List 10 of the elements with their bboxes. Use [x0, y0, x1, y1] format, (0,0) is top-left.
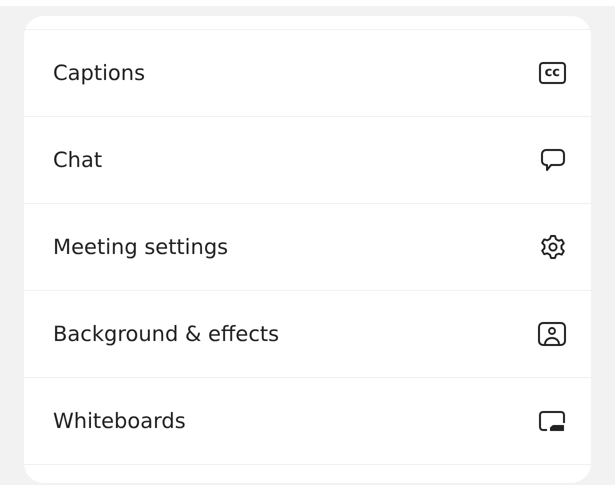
menu-item[interactable]: Captions cc [24, 30, 591, 117]
menu-item[interactable]: Background & effects [24, 291, 591, 378]
chat-bubble-icon [540, 147, 566, 173]
captions-icon: cc [538, 62, 566, 84]
menu-item[interactable]: Chat [24, 117, 591, 204]
settings-icon [540, 234, 566, 260]
person-frame-icon [538, 322, 566, 346]
whiteboard-icon [538, 410, 566, 432]
menu-item[interactable]: Whiteboards [24, 378, 591, 465]
menu-item[interactable]: Meeting settings [24, 204, 591, 291]
